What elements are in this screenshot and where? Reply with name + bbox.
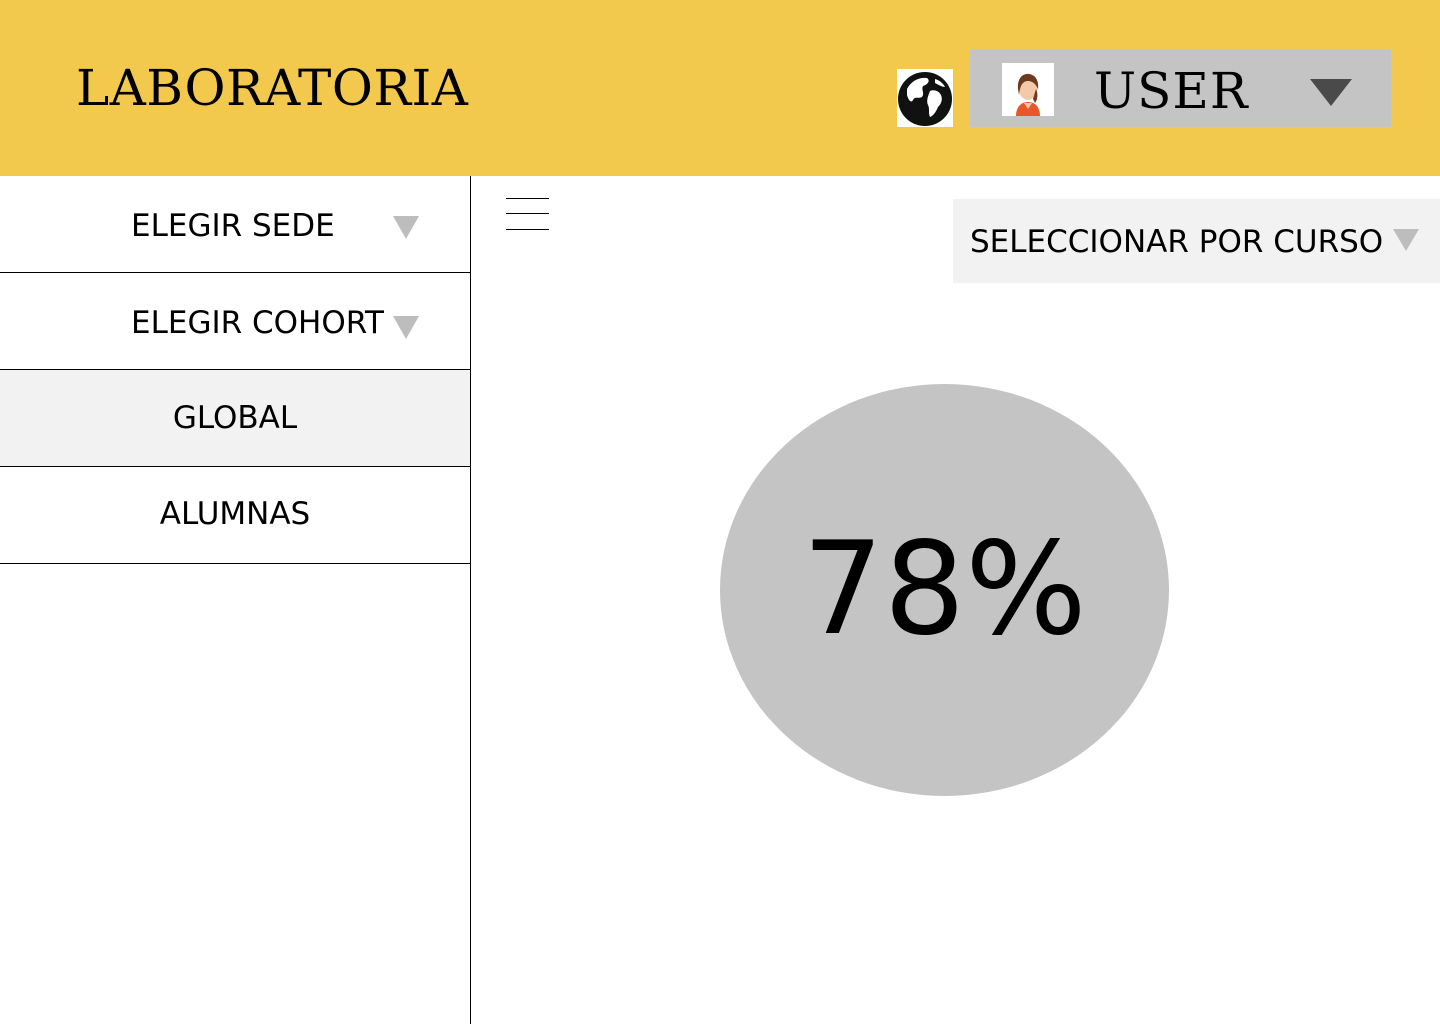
sidebar-item-label: ELEGIR COHORT xyxy=(131,305,384,341)
sidebar-item-alumnas[interactable]: ALUMNAS xyxy=(0,467,470,564)
caret-down-icon xyxy=(1310,79,1352,106)
global-stat-circle: 78% xyxy=(720,384,1169,796)
sidebar-item-elegir-sede[interactable]: ELEGIR SEDE xyxy=(0,176,470,273)
caret-down-icon xyxy=(393,216,419,239)
caret-down-icon xyxy=(393,316,419,339)
sidebar-item-label: GLOBAL xyxy=(172,400,298,436)
user-name-label: USER xyxy=(1094,62,1249,120)
sidebar-item-label: ELEGIR SEDE xyxy=(131,208,335,244)
user-menu-dropdown[interactable]: USER xyxy=(970,49,1391,127)
top-header: LABORATORIA USER xyxy=(0,0,1440,176)
sidebar-item-label: ALUMNAS xyxy=(159,496,311,532)
sidebar-item-global[interactable]: GLOBAL xyxy=(0,370,470,467)
course-select-label: SELECCIONAR POR CURSO xyxy=(970,224,1384,260)
globe-icon[interactable] xyxy=(897,69,953,127)
caret-down-icon xyxy=(1393,229,1419,251)
global-stat-value: 78% xyxy=(802,515,1087,664)
user-avatar-icon xyxy=(1002,63,1054,116)
sidebar-item-elegir-cohort[interactable]: ELEGIR COHORT xyxy=(0,273,470,370)
hamburger-menu-icon[interactable] xyxy=(506,196,549,232)
sidebar-nav: ELEGIR SEDE ELEGIR COHORT GLOBAL ALUMNAS xyxy=(0,176,471,1024)
brand-logo-text[interactable]: LABORATORIA xyxy=(76,58,468,118)
course-select-dropdown[interactable]: SELECCIONAR POR CURSO xyxy=(953,199,1440,283)
